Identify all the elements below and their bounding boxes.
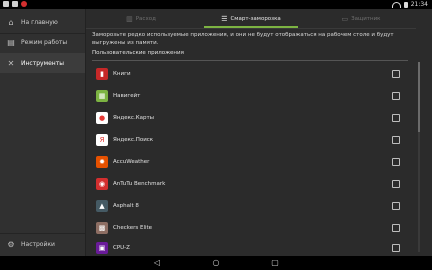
sidebar-item-settings[interactable]: ⚙ Настройки [0,234,85,254]
battery-icon [403,1,408,8]
freeze-checkbox[interactable] [392,135,400,144]
list-item[interactable]: ● Яндекс.Карты [92,107,402,128]
freeze-checkbox[interactable] [392,201,400,210]
list-item[interactable]: ▣ CPU-Z [92,237,402,258]
app-name: Книги [113,70,131,77]
freeze-checkbox[interactable] [392,157,400,166]
freeze-checkbox[interactable] [392,91,400,100]
asphalt-icon: ▲ [96,199,108,212]
scrollbar[interactable] [418,62,420,252]
scrollbar-thumb[interactable] [418,62,420,132]
sidebar-item-label: На главную [21,18,58,26]
tab-usage[interactable]: ▥ Расход [86,9,196,28]
status-time: 21:34 [410,1,428,8]
sidebar-item-home[interactable]: ⌂ На главную [0,12,85,32]
list-item[interactable]: Я Яндекс.Поиск [92,129,402,150]
grid-icon [3,1,9,7]
tab-bar: ▥ Расход ☰ Смарт-заморозка ▭ Защитник [86,9,416,29]
cpu-z-icon: ▣ [96,241,108,254]
bar-chart-icon: ▥ [126,14,133,23]
freeze-checkbox[interactable] [392,179,400,188]
list-item[interactable]: ▲ Asphalt 8 [92,195,402,216]
app-name: AnTuTu Benchmark [113,180,166,187]
tab-label: Защитник [351,15,381,22]
freeze-checkbox[interactable] [392,69,400,78]
clipboard-icon: ▤ [7,37,15,47]
navigation-bar: ◁ ○ ▢ [0,256,432,270]
list-item[interactable]: ▮ Книги [92,63,402,84]
tab-label: Расход [135,15,156,22]
tab-smart-freeze[interactable]: ☰ Смарт-заморозка [196,9,306,28]
books-icon: ▮ [96,67,108,80]
tab-label: Смарт-заморозка [230,15,281,22]
main-panel: ▥ Расход ☰ Смарт-заморозка ▭ Защитник За… [86,9,416,256]
accuweather-icon: ✹ [96,155,108,168]
sidebar-item-work-mode[interactable]: ▤ Режим работы [0,32,85,52]
app-name: Яндекс.Карты [113,114,155,121]
home-icon: ⌂ [8,17,14,27]
freeze-checkbox[interactable] [392,243,400,252]
description-text: Заморозьте редко используемые приложения… [92,32,394,46]
wifi-icon [391,1,401,8]
freeze-checkbox[interactable] [392,223,400,232]
home-icon[interactable]: ○ [209,256,223,270]
list-item[interactable]: ▦ Навигейт [92,85,402,106]
freeze-checkbox[interactable] [392,113,400,122]
recents-icon[interactable]: ▢ [268,256,282,270]
yandex-search-icon: Я [96,133,108,146]
list-item[interactable]: ▩ Checkers Elite [92,217,402,238]
app-name: Checkers Elite [113,224,153,231]
sidebar-item-label: Инструменты [21,59,64,67]
protector-icon: ▭ [341,14,349,23]
sidebar-item-tools[interactable]: ✕ Инструменты [0,53,85,73]
sidebar-item-label: Настройки [21,240,55,248]
section-title: Пользовательские приложения [92,50,408,61]
tab-protector[interactable]: ▭ Защитник [306,9,416,28]
navigate-icon: ▦ [96,89,108,102]
app-name: CPU-Z [113,244,130,251]
checkers-icon: ▩ [96,221,108,234]
gear-icon: ⚙ [7,239,15,249]
app-name: AccuWeather [113,158,150,165]
status-bar: 21:34 [0,0,432,9]
app-name: Яндекс.Поиск [113,136,154,143]
freeze-list-icon: ☰ [221,14,228,23]
back-icon[interactable]: ◁ [150,256,164,270]
tools-icon: ✕ [7,58,15,68]
sidebar-item-label: Режим работы [21,38,68,46]
app-notification-icon [21,1,27,7]
sidebar: ⌂ На главную ▤ Режим работы ✕ Инструмент… [0,9,86,256]
list-item[interactable]: ◉ AnTuTu Benchmark [92,173,402,194]
app-name: Навигейт [113,92,141,99]
yandex-maps-icon: ● [96,111,108,124]
antutu-icon: ◉ [96,177,108,190]
messenger-icon [12,1,18,7]
list-item[interactable]: ✹ AccuWeather [92,151,402,172]
app-name: Asphalt 8 [113,202,139,209]
